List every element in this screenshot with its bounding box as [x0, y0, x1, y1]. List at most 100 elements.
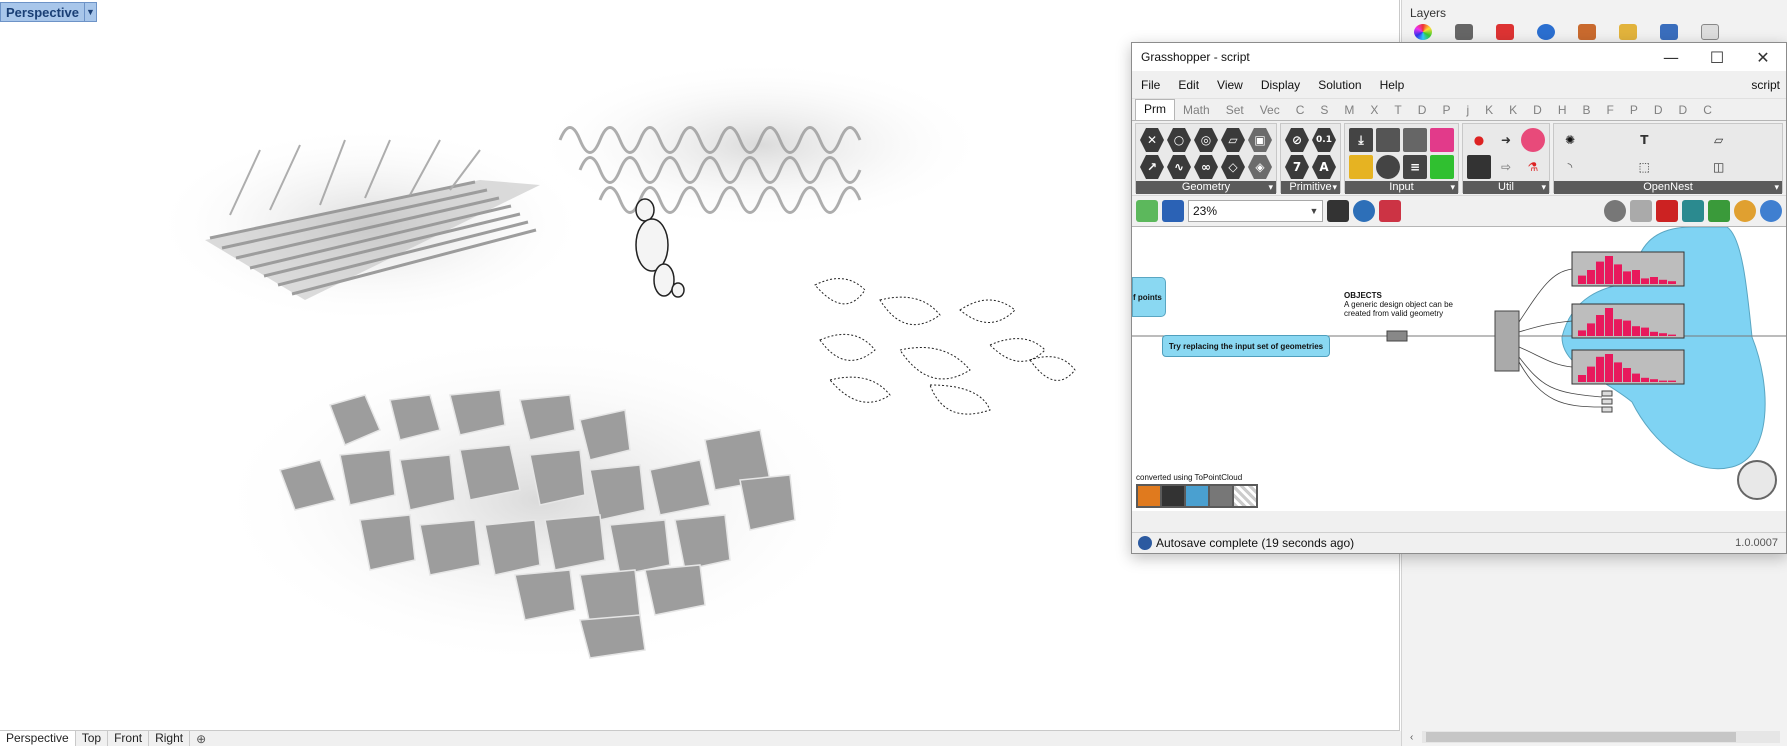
tree-icon[interactable]: [1467, 155, 1491, 179]
rings-icon[interactable]: ◎: [1194, 128, 1218, 152]
preview-tool-icon[interactable]: [1186, 486, 1208, 506]
group-util-label[interactable]: Util: [1463, 181, 1549, 194]
camera-icon[interactable]: [1455, 24, 1473, 40]
knob-icon[interactable]: [1376, 155, 1400, 179]
menu-solution[interactable]: Solution: [1309, 78, 1370, 92]
tab-s[interactable]: S: [1312, 103, 1336, 120]
maximize-icon[interactable]: ☐: [1694, 43, 1740, 71]
group-opennest-label[interactable]: OpenNest: [1554, 181, 1782, 194]
material-preview-icon[interactable]: [1734, 200, 1756, 222]
graph-icon[interactable]: [1349, 155, 1373, 179]
group-geometry-label[interactable]: Geometry: [1136, 181, 1276, 194]
selected-display-icon[interactable]: [1656, 200, 1678, 222]
text-icon[interactable]: A: [1312, 155, 1336, 179]
folder-icon[interactable]: [1619, 24, 1637, 40]
shapes-icon[interactable]: ◫: [1707, 155, 1731, 179]
tab-j[interactable]: j: [1458, 103, 1477, 120]
points-param[interactable]: f points: [1132, 277, 1166, 317]
gh-title-bar[interactable]: Grasshopper - script — ☐ ✕: [1132, 43, 1786, 71]
tab-m[interactable]: M: [1336, 103, 1362, 120]
angle-icon[interactable]: ⊘: [1285, 128, 1309, 152]
render-icon[interactable]: [1537, 24, 1555, 40]
import-tool-icon[interactable]: [1162, 486, 1184, 506]
arrow-right-icon[interactable]: ➜: [1494, 128, 1518, 152]
try-replacing-note[interactable]: Try replacing the input set of geometrie…: [1162, 335, 1330, 357]
nest-icon[interactable]: ✺: [1558, 128, 1582, 152]
checker-tool-icon[interactable]: [1234, 486, 1256, 506]
group-input-label[interactable]: Input: [1345, 181, 1458, 194]
navigation-compass[interactable]: [1737, 460, 1777, 500]
shaded-display-icon[interactable]: [1630, 200, 1652, 222]
seven-icon[interactable]: 7: [1285, 155, 1309, 179]
menu-view[interactable]: View: [1208, 78, 1252, 92]
colour-icon[interactable]: [1430, 155, 1454, 179]
tab-vec[interactable]: Vec: [1252, 103, 1288, 120]
menu-file[interactable]: File: [1132, 78, 1169, 92]
tab-k2[interactable]: K: [1501, 103, 1525, 120]
link-icon[interactable]: ∞: [1194, 155, 1218, 179]
mesh-settings-icon[interactable]: [1682, 200, 1704, 222]
tab-d[interactable]: D: [1410, 103, 1435, 120]
plane-icon[interactable]: ▱: [1707, 128, 1731, 152]
viewport-title[interactable]: Perspective: [1, 5, 84, 20]
list-icon[interactable]: ≡: [1403, 155, 1427, 179]
cherries-icon[interactable]: ●: [1467, 128, 1491, 152]
arrow-outline-icon[interactable]: ⇨: [1494, 155, 1518, 179]
tab-c[interactable]: C: [1288, 103, 1313, 120]
orange-tool-icon[interactable]: [1138, 486, 1160, 506]
tab-k1[interactable]: K: [1477, 103, 1501, 120]
download-icon[interactable]: ⤓: [1349, 128, 1373, 152]
material-icon[interactable]: [1496, 24, 1514, 40]
tab-x[interactable]: X: [1362, 103, 1386, 120]
close-icon[interactable]: ✕: [1740, 43, 1786, 71]
tab-right[interactable]: Right: [149, 731, 191, 746]
tab-c2[interactable]: C: [1695, 103, 1720, 120]
color-wheel-icon[interactable]: [1414, 24, 1432, 40]
curve-icon[interactable]: ∿: [1167, 155, 1191, 179]
tab-perspective[interactable]: Perspective: [0, 731, 76, 746]
number-icon[interactable]: 0.1: [1312, 128, 1336, 152]
surface-icon[interactable]: ▱: [1221, 128, 1245, 152]
viewport-menu-icon[interactable]: ▼: [84, 3, 96, 21]
tab-t[interactable]: T: [1386, 103, 1409, 120]
tab-b[interactable]: B: [1575, 103, 1599, 120]
battery-icon[interactable]: [1376, 128, 1400, 152]
zoom-extents-icon[interactable]: [1327, 200, 1349, 222]
save-icon[interactable]: [1162, 200, 1184, 222]
signal-icon[interactable]: ◝: [1558, 155, 1582, 179]
viewport-title-bar[interactable]: Perspective ▼: [0, 2, 97, 22]
preview-eye-icon[interactable]: [1353, 200, 1375, 222]
panel-scrollbar[interactable]: ‹: [1410, 730, 1780, 744]
arrow-icon[interactable]: ↗: [1140, 155, 1164, 179]
cube-icon[interactable]: ▣: [1248, 128, 1272, 152]
scroll-left-icon[interactable]: ‹: [1410, 732, 1422, 743]
tab-d4[interactable]: D: [1671, 103, 1696, 120]
minimize-icon[interactable]: —: [1648, 43, 1694, 71]
spell-tool-icon[interactable]: [1210, 486, 1232, 506]
open-file-icon[interactable]: [1136, 200, 1158, 222]
x-icon[interactable]: ✕: [1140, 128, 1164, 152]
menu-display[interactable]: Display: [1252, 78, 1309, 92]
gauge-icon[interactable]: [1521, 128, 1545, 152]
preview-filter-icon[interactable]: [1708, 200, 1730, 222]
document-name[interactable]: script: [1751, 78, 1786, 92]
flask-icon[interactable]: ⚗: [1521, 155, 1545, 179]
tab-top[interactable]: Top: [76, 731, 109, 746]
mesh-icon[interactable]: ◈: [1248, 155, 1272, 179]
notes-icon[interactable]: [1701, 24, 1719, 40]
tab-set[interactable]: Set: [1218, 103, 1252, 120]
zoom-select[interactable]: 23% ▼: [1188, 200, 1323, 222]
tab-d2[interactable]: D: [1525, 103, 1550, 120]
scroll-thumb[interactable]: [1426, 732, 1736, 742]
group-primitive-label[interactable]: Primitive: [1281, 181, 1340, 194]
help-icon[interactable]: [1660, 24, 1678, 40]
gh-canvas[interactable]: f points Try replacing the input set of …: [1132, 227, 1786, 511]
tab-f[interactable]: F: [1599, 103, 1622, 120]
wire-display-icon[interactable]: [1604, 200, 1626, 222]
menu-edit[interactable]: Edit: [1169, 78, 1208, 92]
add-viewport-icon[interactable]: ⊕: [190, 732, 212, 746]
tab-math[interactable]: Math: [1175, 103, 1218, 120]
diamond-icon[interactable]: ◇: [1221, 155, 1245, 179]
sketch-icon[interactable]: [1379, 200, 1401, 222]
tab-front[interactable]: Front: [108, 731, 150, 746]
